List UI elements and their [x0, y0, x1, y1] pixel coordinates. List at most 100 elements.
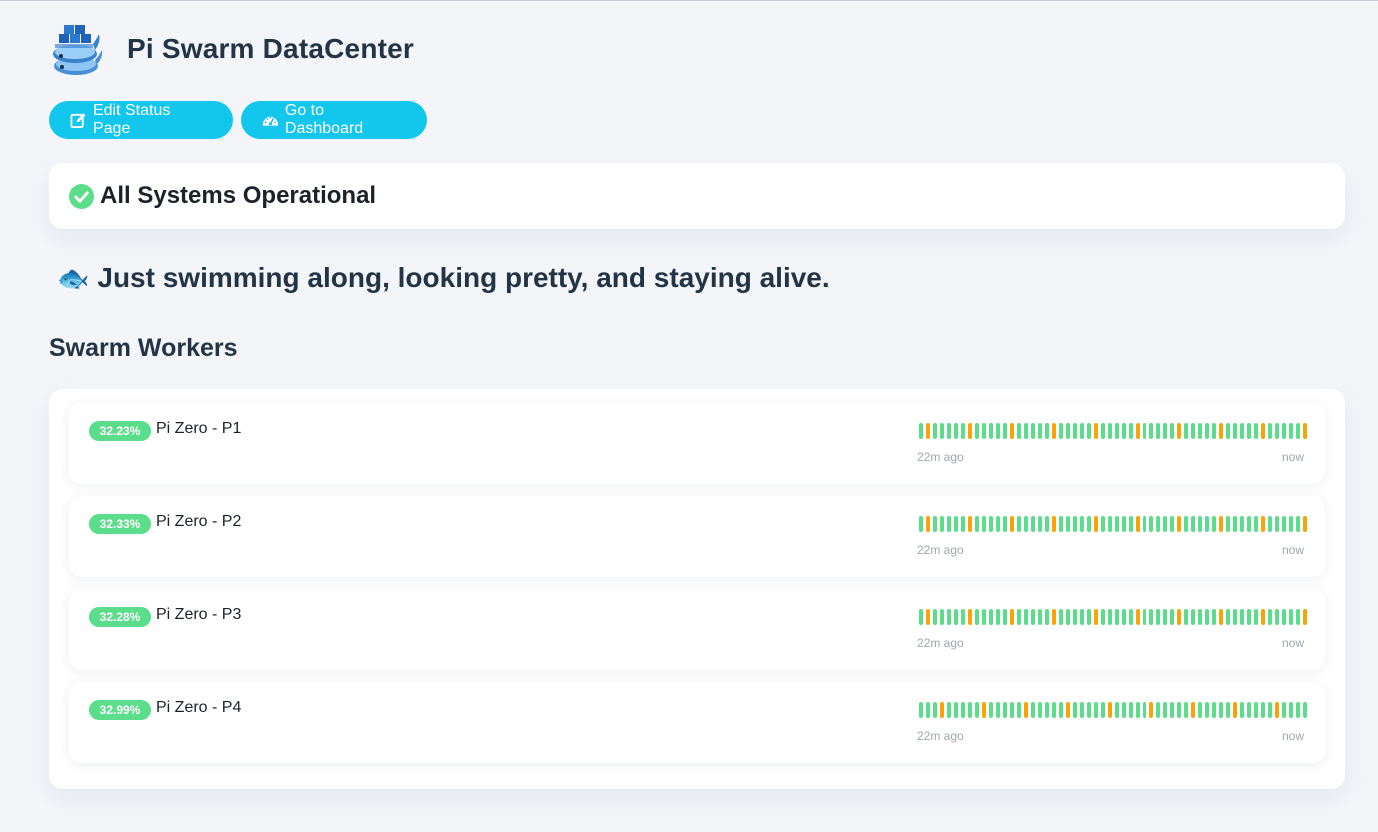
heartbeat-up[interactable]	[1233, 516, 1238, 532]
heartbeat-up[interactable]	[1114, 609, 1119, 625]
heartbeat-up[interactable]	[1009, 702, 1014, 718]
heartbeat-up[interactable]	[1254, 609, 1259, 625]
heartbeat-up[interactable]	[1086, 702, 1091, 718]
heartbeat-up[interactable]	[1198, 516, 1203, 532]
heartbeat-up[interactable]	[1212, 423, 1217, 439]
heartbeat-up[interactable]	[1016, 702, 1021, 718]
heartbeat-up[interactable]	[919, 702, 923, 718]
heartbeat-up[interactable]	[953, 516, 958, 532]
heartbeat-up[interactable]	[953, 423, 958, 439]
heartbeat-up[interactable]	[1247, 423, 1252, 439]
heartbeat-up[interactable]	[1184, 423, 1189, 439]
heartbeat-up[interactable]	[1079, 702, 1084, 718]
heartbeat-up[interactable]	[1198, 423, 1203, 439]
heartbeat-up[interactable]	[1177, 702, 1182, 718]
heartbeat-up[interactable]	[932, 516, 937, 532]
heartbeat-up[interactable]	[1142, 423, 1147, 439]
heartbeat-up[interactable]	[1142, 516, 1147, 532]
heartbeat-up[interactable]	[1065, 423, 1070, 439]
heartbeat-pending[interactable]	[1261, 609, 1266, 625]
heartbeat-pending[interactable]	[1023, 702, 1028, 718]
heartbeat-up[interactable]	[1002, 516, 1007, 532]
heartbeat-up[interactable]	[1030, 516, 1035, 532]
heartbeat-pending[interactable]	[1191, 702, 1196, 718]
heartbeat-pending[interactable]	[1009, 516, 1014, 532]
heartbeat-up[interactable]	[1289, 702, 1294, 718]
heartbeat-up[interactable]	[1044, 423, 1049, 439]
heartbeat-up[interactable]	[925, 702, 930, 718]
heartbeat-up[interactable]	[1226, 516, 1231, 532]
heartbeat-up[interactable]	[1037, 702, 1042, 718]
heartbeat-up[interactable]	[1023, 609, 1028, 625]
go-to-dashboard-button[interactable]: Go to Dashboard	[241, 101, 427, 139]
heartbeat-pending[interactable]	[925, 423, 930, 439]
heartbeat-up[interactable]	[1058, 702, 1063, 718]
heartbeat-pending[interactable]	[1009, 423, 1014, 439]
heartbeat-pending[interactable]	[967, 609, 972, 625]
heartbeat-up[interactable]	[981, 516, 986, 532]
heartbeat-up[interactable]	[1303, 702, 1308, 718]
heartbeat-up[interactable]	[1100, 423, 1105, 439]
heartbeat-up[interactable]	[1296, 516, 1301, 532]
heartbeat-up[interactable]	[919, 609, 923, 625]
heartbeat-up[interactable]	[1163, 702, 1168, 718]
heartbeat-up[interactable]	[1240, 516, 1245, 532]
heartbeat-up[interactable]	[1184, 702, 1189, 718]
heartbeat-up[interactable]	[1205, 516, 1210, 532]
heartbeat-up[interactable]	[1128, 609, 1133, 625]
heartbeat-up[interactable]	[1079, 609, 1084, 625]
heartbeat-pending[interactable]	[1303, 423, 1308, 439]
heartbeat-up[interactable]	[1079, 423, 1084, 439]
heartbeat-up[interactable]	[1114, 423, 1119, 439]
heartbeat-up[interactable]	[1121, 423, 1126, 439]
heartbeat-up[interactable]	[1072, 702, 1077, 718]
heartbeat-up[interactable]	[1142, 609, 1147, 625]
heartbeat-up[interactable]	[988, 702, 993, 718]
heartbeat-pending[interactable]	[939, 702, 944, 718]
heartbeat-up[interactable]	[1247, 609, 1252, 625]
heartbeat-up[interactable]	[1275, 516, 1280, 532]
heartbeat-pending[interactable]	[1261, 516, 1266, 532]
heartbeat-up[interactable]	[1058, 423, 1063, 439]
heartbeat-up[interactable]	[1219, 702, 1224, 718]
heartbeat-pending[interactable]	[1149, 702, 1154, 718]
heartbeat-up[interactable]	[1002, 609, 1007, 625]
heartbeat-up[interactable]	[1086, 423, 1091, 439]
heartbeat-pending[interactable]	[1233, 702, 1238, 718]
heartbeat-pending[interactable]	[1093, 609, 1098, 625]
heartbeat-up[interactable]	[946, 702, 951, 718]
heartbeat-up[interactable]	[1121, 516, 1126, 532]
heartbeat-up[interactable]	[960, 516, 965, 532]
heartbeat-up[interactable]	[995, 609, 1000, 625]
heartbeat-up[interactable]	[1016, 423, 1021, 439]
heartbeat-up[interactable]	[1268, 609, 1273, 625]
heartbeat-up[interactable]	[1107, 516, 1112, 532]
heartbeat-up[interactable]	[1268, 516, 1273, 532]
heartbeat-up[interactable]	[1030, 702, 1035, 718]
heartbeat-up[interactable]	[1261, 702, 1266, 718]
heartbeat-up[interactable]	[953, 609, 958, 625]
heartbeat-up[interactable]	[1233, 423, 1238, 439]
heartbeat-up[interactable]	[1247, 516, 1252, 532]
heartbeat-pending[interactable]	[1303, 609, 1308, 625]
heartbeat-up[interactable]	[1058, 609, 1063, 625]
heartbeat-pending[interactable]	[967, 423, 972, 439]
heartbeat-pending[interactable]	[1219, 609, 1224, 625]
heartbeat-up[interactable]	[960, 702, 965, 718]
heartbeat-up[interactable]	[1128, 423, 1133, 439]
heartbeat-pending[interactable]	[1303, 516, 1308, 532]
heartbeat-up[interactable]	[1247, 702, 1252, 718]
heartbeat-up[interactable]	[1079, 516, 1084, 532]
heartbeat-up[interactable]	[1121, 609, 1126, 625]
heartbeat-up[interactable]	[1226, 423, 1231, 439]
heartbeat-up[interactable]	[1030, 423, 1035, 439]
heartbeat-up[interactable]	[967, 702, 972, 718]
heartbeat-up[interactable]	[960, 609, 965, 625]
heartbeat-up[interactable]	[1023, 516, 1028, 532]
heartbeat-up[interactable]	[1044, 702, 1049, 718]
heartbeat-up[interactable]	[1065, 609, 1070, 625]
heartbeat-pending[interactable]	[1009, 609, 1014, 625]
heartbeat-up[interactable]	[974, 423, 979, 439]
heartbeat-up[interactable]	[1058, 516, 1063, 532]
heartbeat-pending[interactable]	[1219, 516, 1224, 532]
